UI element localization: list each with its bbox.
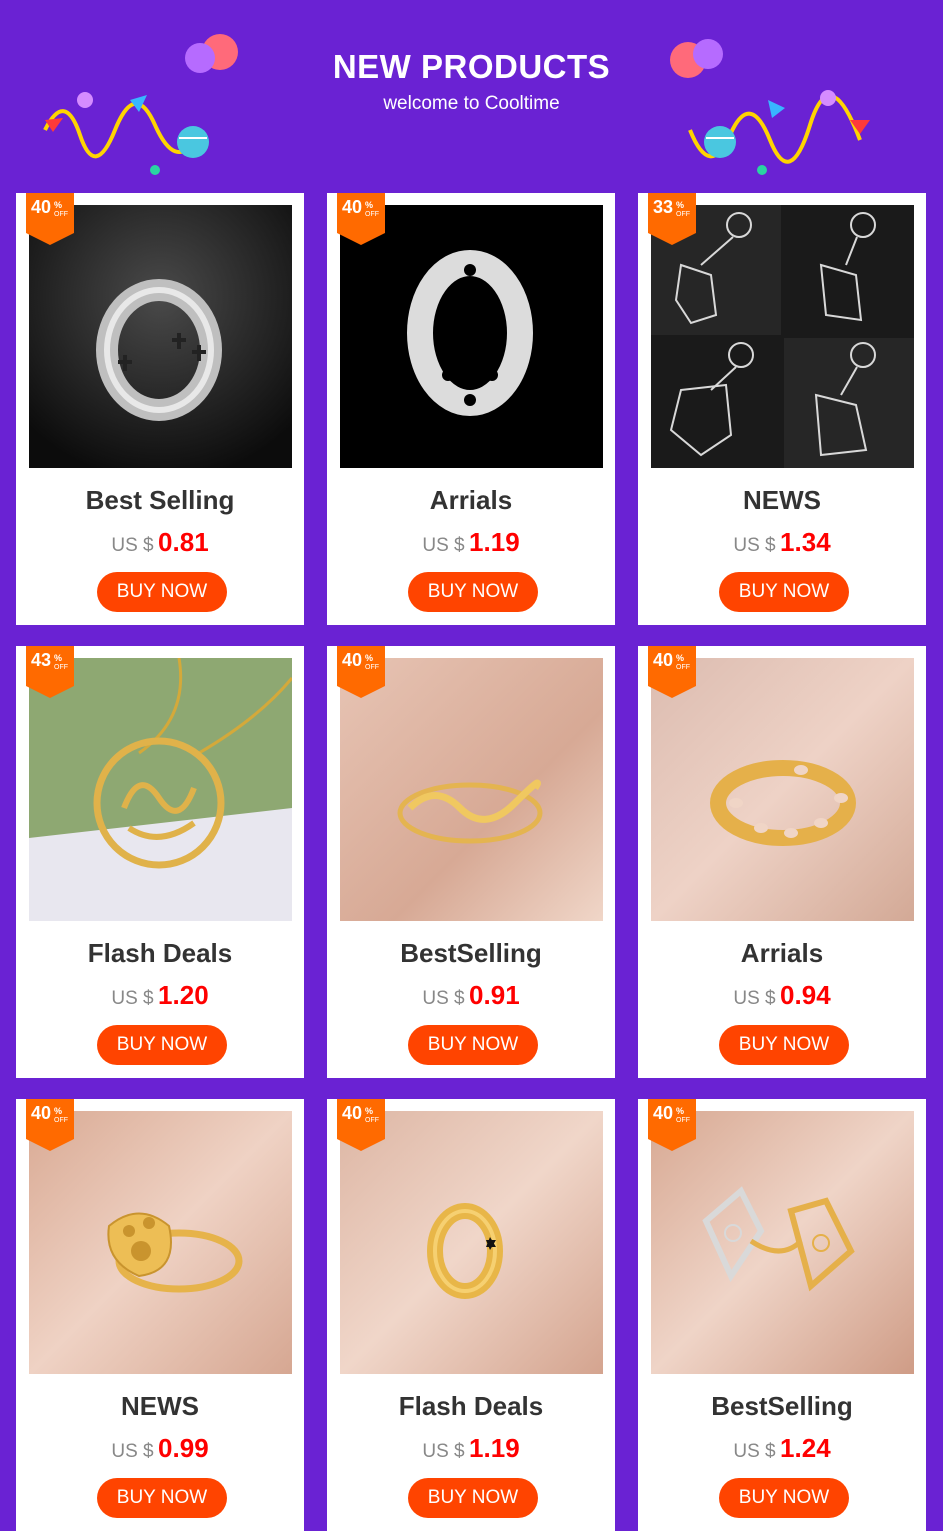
buy-now-button[interactable]: BUY NOW (408, 572, 538, 612)
discount-value: 40 (31, 197, 52, 217)
price-value: 1.19 (469, 1433, 520, 1463)
buy-now-button[interactable]: BUY NOW (97, 1478, 227, 1518)
product-title[interactable]: BestSelling (638, 1391, 926, 1422)
price-row: US $ 0.99 (16, 1433, 304, 1464)
product-card[interactable]: 40 % OFF Flash Deals US $ 1.19 BUY NOW (327, 1099, 615, 1531)
price-value: 0.81 (158, 527, 209, 557)
discount-value: 40 (653, 650, 674, 670)
price-currency: US $ (422, 535, 465, 556)
discount-off-label: OFF (365, 1117, 379, 1124)
discount-off-label: OFF (365, 211, 379, 218)
price-value: 1.24 (780, 1433, 831, 1463)
product-title[interactable]: Best Selling (16, 485, 304, 516)
price-row: US $ 1.34 (638, 527, 926, 558)
price-row: US $ 0.94 (638, 980, 926, 1011)
discount-off-label: OFF (676, 211, 690, 218)
product-title[interactable]: Arrials (638, 938, 926, 969)
discount-percent-sign: % (54, 200, 63, 210)
price-row: US $ 0.81 (16, 527, 304, 558)
product-card[interactable]: 40 % OFF NEWS US $ 0.99 BUY NOW (16, 1099, 304, 1531)
price-value: 1.20 (158, 980, 209, 1010)
discount-value: 40 (342, 197, 363, 217)
discount-value: 43 (31, 650, 52, 670)
product-card[interactable]: 43 % OFF Flash Deals US $ 1.20 BUY NOW (16, 646, 304, 1078)
buy-now-button[interactable]: BUY NOW (97, 572, 227, 612)
party-balloons-icon (670, 39, 870, 175)
product-title[interactable]: NEWS (638, 485, 926, 516)
buy-now-button[interactable]: BUY NOW (719, 1478, 849, 1518)
discount-off-label: OFF (54, 664, 68, 671)
product-title[interactable]: NEWS (16, 1391, 304, 1422)
discount-percent-sign: % (365, 1106, 374, 1116)
product-card[interactable]: 40 % OFF BestSelling US $ 0.91 BUY NOW (327, 646, 615, 1078)
buy-now-button[interactable]: BUY NOW (719, 572, 849, 612)
page-header: NEW PRODUCTS welcome to Cooltime (0, 0, 943, 185)
discount-percent-sign: % (676, 1106, 685, 1116)
price-row: US $ 1.24 (638, 1433, 926, 1464)
price-value: 1.19 (469, 527, 520, 557)
discount-off-label: OFF (54, 1117, 68, 1124)
discount-percent-sign: % (365, 200, 374, 210)
price-value: 0.91 (469, 980, 520, 1010)
price-currency: US $ (422, 1441, 465, 1462)
price-value: 1.34 (780, 527, 831, 557)
discount-off-label: OFF (54, 211, 68, 218)
price-currency: US $ (733, 535, 776, 556)
buy-now-button[interactable]: BUY NOW (408, 1478, 538, 1518)
discount-percent-sign: % (676, 653, 685, 663)
buy-now-button[interactable]: BUY NOW (97, 1025, 227, 1065)
discount-off-label: OFF (365, 664, 379, 671)
price-currency: US $ (733, 1441, 776, 1462)
product-title[interactable]: BestSelling (327, 938, 615, 969)
product-title[interactable]: Flash Deals (16, 938, 304, 969)
price-row: US $ 1.19 (327, 527, 615, 558)
price-currency: US $ (733, 988, 776, 1009)
product-card[interactable]: 40 % OFF Arrials US $ 0.94 BUY NOW (638, 646, 926, 1078)
discount-percent-sign: % (54, 653, 63, 663)
price-currency: US $ (111, 988, 154, 1009)
price-row: US $ 1.19 (327, 1433, 615, 1464)
price-row: US $ 0.91 (327, 980, 615, 1011)
product-card[interactable]: 40 % OFF BestSelling US $ 1.24 BUY NOW (638, 1099, 926, 1531)
price-currency: US $ (422, 988, 465, 1009)
discount-value: 40 (342, 1103, 363, 1123)
product-card[interactable]: 33 % OFF NEWS US $ 1.34 BUY NOW (638, 193, 926, 625)
buy-now-button[interactable]: BUY NOW (408, 1025, 538, 1065)
discount-value: 40 (653, 1103, 674, 1123)
product-card[interactable]: 40 % OFF Best Selling US $ 0.81 BUY NOW (16, 193, 304, 625)
discount-off-label: OFF (676, 1117, 690, 1124)
discount-value: 40 (31, 1103, 52, 1123)
discount-value: 33 (653, 197, 674, 217)
price-value: 0.99 (158, 1433, 209, 1463)
product-grid: 40 % OFF Best Selling US $ 0.81 BUY NOW (16, 193, 926, 1531)
price-row: US $ 1.20 (16, 980, 304, 1011)
price-currency: US $ (111, 535, 154, 556)
discount-off-label: OFF (676, 664, 690, 671)
buy-now-button[interactable]: BUY NOW (719, 1025, 849, 1065)
product-card[interactable]: 40 % OFF Arrials US $ 1.19 BUY NOW (327, 193, 615, 625)
discount-percent-sign: % (676, 200, 685, 210)
product-title[interactable]: Arrials (327, 485, 615, 516)
product-title[interactable]: Flash Deals (327, 1391, 615, 1422)
discount-percent-sign: % (54, 1106, 63, 1116)
discount-value: 40 (342, 650, 363, 670)
price-value: 0.94 (780, 980, 831, 1010)
discount-percent-sign: % (365, 653, 374, 663)
price-currency: US $ (111, 1441, 154, 1462)
